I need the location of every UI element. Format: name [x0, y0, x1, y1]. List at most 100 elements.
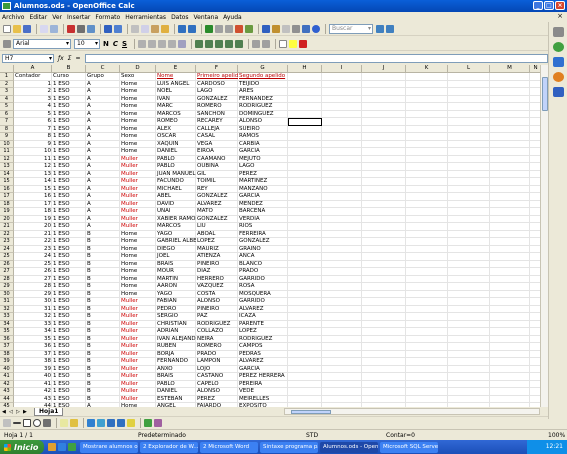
- horizontal-scrollbar[interactable]: [284, 408, 540, 415]
- table-cell[interactable]: Muller: [120, 343, 156, 351]
- table-cell[interactable]: BLANCO: [238, 261, 288, 269]
- table-cell[interactable]: B: [86, 283, 120, 291]
- table-cell[interactable]: 41: [14, 381, 52, 389]
- table-cell[interactable]: 1 ESO: [52, 366, 86, 374]
- table-cell[interactable]: PAZ: [196, 313, 238, 321]
- table-cell[interactable]: Muller: [120, 201, 156, 209]
- delete-decimal-icon[interactable]: [235, 39, 244, 48]
- row-header[interactable]: 10: [0, 140, 14, 148]
- table-cell[interactable]: 1 ESO: [52, 253, 86, 261]
- table-cell[interactable]: ALONSO: [196, 298, 238, 306]
- table-cell[interactable]: LAMPON: [196, 358, 238, 366]
- table-cell[interactable]: 1 ESO: [52, 111, 86, 119]
- table-cell[interactable]: B: [86, 396, 120, 404]
- table-cell[interactable]: PIÑEIRO: [196, 261, 238, 269]
- stars-icon[interactable]: [127, 419, 135, 427]
- table-cell[interactable]: B: [86, 246, 120, 254]
- table-cell[interactable]: FERNANDEZ: [238, 96, 288, 104]
- table-cell[interactable]: B: [86, 381, 120, 389]
- table-cell[interactable]: GIL: [196, 171, 238, 179]
- table-cell[interactable]: Muller: [120, 223, 156, 231]
- italic-button[interactable]: C: [113, 40, 118, 48]
- increase-indent-icon[interactable]: [262, 39, 271, 48]
- table-cell[interactable]: Home: [120, 88, 156, 96]
- table-cell[interactable]: TEIJIDO: [238, 81, 288, 89]
- table-cell[interactable]: 31: [14, 306, 52, 314]
- table-cell[interactable]: Muller: [120, 171, 156, 179]
- table-cell[interactable]: Muller: [120, 186, 156, 194]
- table-cell[interactable]: PABLO: [156, 156, 196, 164]
- table-cell[interactable]: 1 ESO: [52, 216, 86, 224]
- row-header[interactable]: 34: [0, 320, 14, 328]
- table-cell[interactable]: 1 ESO: [52, 321, 86, 329]
- table-cell[interactable]: RODRIGUEZ: [196, 321, 238, 329]
- row-header[interactable]: 39: [0, 358, 14, 366]
- table-cell[interactable]: MARTINEZ: [238, 178, 288, 186]
- row-header[interactable]: 26: [0, 260, 14, 268]
- table-cell[interactable]: 43: [14, 396, 52, 404]
- row-header[interactable]: 6: [0, 110, 14, 118]
- task-button-4[interactable]: Sintaxe programa par...: [260, 441, 318, 453]
- table-cell[interactable]: Home: [120, 261, 156, 269]
- table-cell[interactable]: OUBIÑA: [196, 163, 238, 171]
- table-cell[interactable]: VEGA: [196, 141, 238, 149]
- task-button-3[interactable]: 2 Microsoft Word: [200, 441, 258, 453]
- table-cell[interactable]: PEREZ: [238, 171, 288, 179]
- table-cell[interactable]: Muller: [120, 366, 156, 374]
- row-header[interactable]: 44: [0, 395, 14, 403]
- table-cell[interactable]: Muller: [120, 336, 156, 344]
- menu-ventana[interactable]: Ventana: [194, 14, 219, 21]
- table-cell[interactable]: LAGO: [196, 88, 238, 96]
- table-cell[interactable]: A: [86, 186, 120, 194]
- table-cell[interactable]: B: [86, 321, 120, 329]
- row-header[interactable]: 31: [0, 298, 14, 306]
- table-cell[interactable]: LIU: [196, 223, 238, 231]
- table-cell[interactable]: SUEIRO: [238, 126, 288, 134]
- basic-shapes-icon[interactable]: [87, 419, 95, 427]
- table-cell[interactable]: ALVAREZ: [238, 358, 288, 366]
- blue-tool-icon[interactable]: [552, 57, 564, 67]
- sheet-tab[interactable]: Hoja1: [34, 407, 64, 416]
- table-cell[interactable]: 21: [14, 231, 52, 239]
- function-icon[interactable]: =: [75, 55, 80, 62]
- table-cell[interactable]: MENDEZ: [238, 201, 288, 209]
- row-header[interactable]: 35: [0, 328, 14, 336]
- callout-icon[interactable]: [70, 419, 78, 427]
- table-cell[interactable]: PEREIRA: [238, 381, 288, 389]
- table-cell[interactable]: B: [86, 328, 120, 336]
- table-cell[interactable]: FERNANDO: [156, 358, 196, 366]
- table-cell[interactable]: 17: [14, 201, 52, 209]
- column-header-j[interactable]: J: [362, 65, 406, 73]
- table-cell[interactable]: ATIENZA: [196, 253, 238, 261]
- task-button-1[interactable]: Mostrare alumnos o...: [80, 441, 138, 453]
- table-cell[interactable]: 1 ESO: [52, 231, 86, 239]
- table-cell[interactable]: GARRIDO: [238, 298, 288, 306]
- table-cell[interactable]: 19: [14, 216, 52, 224]
- table-cell[interactable]: FABIAN: [156, 298, 196, 306]
- align-right-icon[interactable]: [158, 39, 167, 48]
- menu-archivo[interactable]: Archivo: [2, 14, 24, 21]
- table-cell[interactable]: MARCOS: [156, 223, 196, 231]
- table-cell[interactable]: XABIER RAMON: [156, 216, 196, 224]
- help-icon[interactable]: [312, 24, 320, 33]
- table-cell[interactable]: 12: [14, 163, 52, 171]
- menu-ayuda[interactable]: Ayuda: [223, 14, 242, 21]
- zoom-icon[interactable]: [302, 24, 310, 33]
- table-cell[interactable]: GARCIA: [238, 193, 288, 201]
- font-color-icon[interactable]: [299, 39, 308, 48]
- prev-sheet-icon[interactable]: ◁: [9, 409, 14, 415]
- column-title-cell[interactable]: Curso: [52, 73, 86, 81]
- symbol-shapes-icon[interactable]: [97, 419, 105, 427]
- print-icon[interactable]: [77, 24, 85, 33]
- column-header-m[interactable]: M: [490, 65, 530, 73]
- table-cell[interactable]: 1 ESO: [52, 268, 86, 276]
- table-cell[interactable]: NOEL: [156, 88, 196, 96]
- table-cell[interactable]: Home: [120, 291, 156, 299]
- table-cell[interactable]: A: [86, 216, 120, 224]
- table-cell[interactable]: PEREZ HERRERA: [238, 373, 288, 381]
- table-cell[interactable]: 1 ESO: [52, 208, 86, 216]
- row-header[interactable]: 28: [0, 275, 14, 283]
- table-cell[interactable]: 24: [14, 253, 52, 261]
- table-cell[interactable]: 2: [14, 88, 52, 96]
- row-header[interactable]: 23: [0, 238, 14, 246]
